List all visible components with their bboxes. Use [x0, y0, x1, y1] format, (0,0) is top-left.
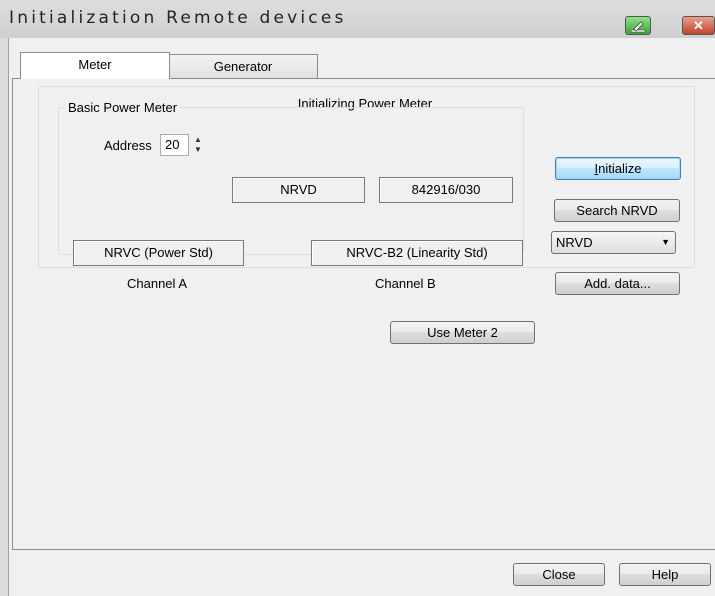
meter-type-select[interactable]: NRVD ▼ [551, 231, 676, 254]
spin-down-icon[interactable]: ▼ [192, 145, 204, 155]
window-title: Initialization Remote devices [9, 8, 347, 28]
edit-icon[interactable] [625, 16, 651, 35]
tab-meter[interactable]: Meter [20, 52, 170, 79]
client-area: Meter Generator Initializing Power Meter… [8, 38, 715, 596]
serial-number-field: 842916/030 [379, 177, 513, 203]
group-label: Basic Power Meter [65, 100, 181, 115]
use-meter-2-button[interactable]: Use Meter 2 [390, 321, 535, 344]
close-window-button[interactable]: ✕ [682, 16, 715, 35]
channel-b-label: Channel B [375, 276, 436, 291]
search-nrvd-button[interactable]: Search NRVD [554, 199, 680, 222]
initialize-button[interactable]: Initialize [555, 157, 681, 180]
channel-a-field: NRVC (Power Std) [73, 240, 244, 266]
close-icon: ✕ [693, 17, 704, 33]
device-type-field-display: NRVD [232, 177, 365, 203]
channel-a-label: Channel A [127, 276, 187, 291]
close-button[interactable]: Close [513, 563, 605, 586]
title-bar[interactable]: Initialization Remote devices ✕ [0, 0, 715, 38]
add-data-button[interactable]: Add. data... [555, 272, 680, 295]
chevron-down-icon: ▼ [661, 237, 670, 247]
address-input[interactable]: 20 [160, 134, 189, 156]
address-label: Address [104, 138, 152, 153]
dialog-window: Initialization Remote devices ✕ Meter Ge… [0, 0, 715, 596]
channel-b-field: NRVC-B2 (Linearity Std) [311, 240, 523, 266]
meter-type-selected: NRVD [556, 235, 593, 250]
tab-generator[interactable]: Generator [168, 54, 318, 80]
initialize-label: nitialize [598, 161, 642, 176]
help-button[interactable]: Help [619, 563, 711, 586]
spin-up-icon[interactable]: ▲ [192, 135, 204, 145]
address-spinner[interactable]: ▲ ▼ [192, 135, 204, 157]
